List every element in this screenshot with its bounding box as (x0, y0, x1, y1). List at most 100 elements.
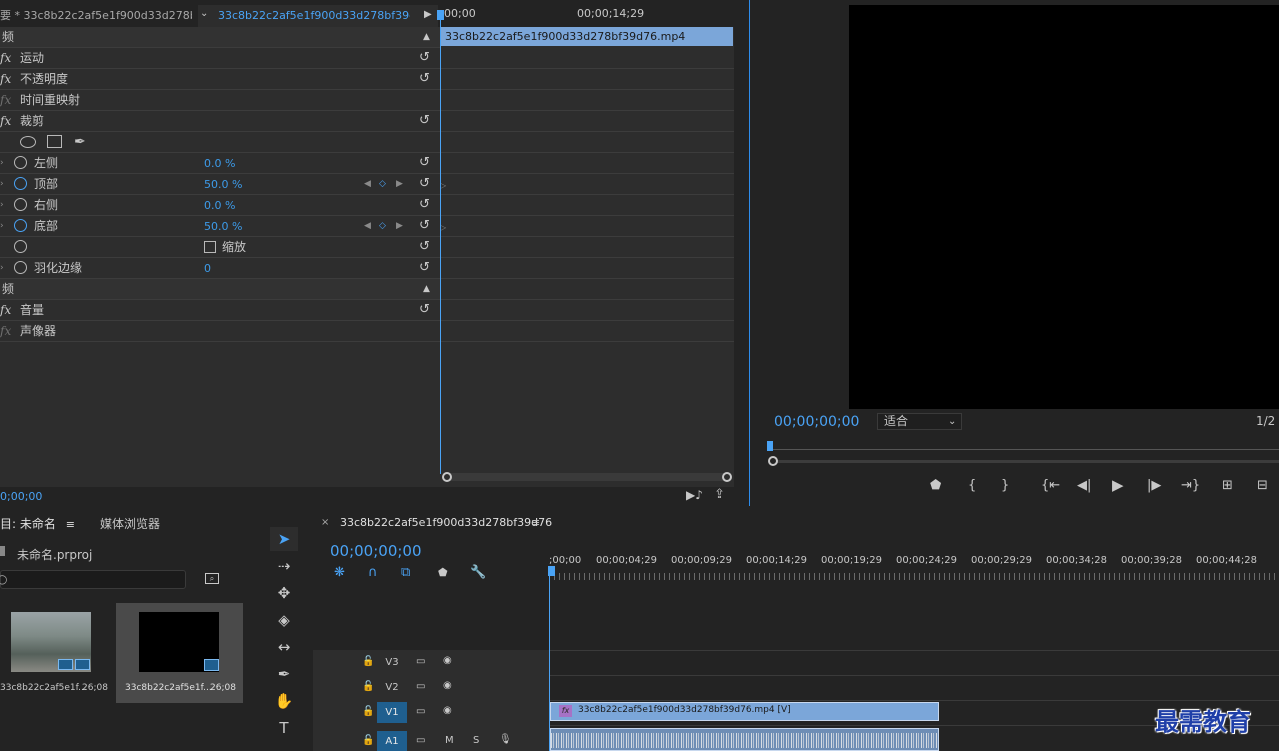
reset-icon[interactable]: ↺ (419, 195, 430, 215)
next-keyframe-icon[interactable]: ▶ (396, 216, 403, 236)
scroll-handle-right[interactable] (722, 472, 732, 482)
resolution-select[interactable]: 1/2 (1256, 414, 1275, 428)
reset-icon[interactable]: ↺ (419, 69, 430, 89)
reset-icon[interactable]: ↺ (419, 174, 430, 194)
stopwatch-icon[interactable] (14, 177, 27, 190)
fx-icon[interactable]: fx (0, 48, 11, 68)
project-search-input[interactable]: ○ (0, 570, 186, 589)
param-value[interactable]: 0 (204, 259, 211, 279)
param-row-right[interactable]: › 右侧 0.0 % ↺ (0, 195, 440, 216)
video-section-header[interactable]: 频 ▲ (0, 27, 440, 48)
tab-media-browser[interactable]: 媒体浏览器 (100, 515, 160, 532)
ec-playhead-handle[interactable] (437, 10, 444, 20)
tab-effect-controls[interactable]: ⌄ 33c8b22c2af5e1f900d33d278bf39d76... ▶ (198, 5, 438, 27)
sync-lock-icon[interactable]: ▭ (416, 735, 425, 746)
fit-dropdown[interactable]: 适合 ⌄ (877, 413, 962, 430)
track-v1-label[interactable]: V1 (377, 702, 407, 723)
stopwatch-icon[interactable] (14, 261, 27, 274)
nest-icon[interactable]: ❋ (334, 565, 345, 580)
param-value[interactable]: 50.0 % (204, 175, 242, 195)
program-video-screen[interactable] (849, 5, 1279, 409)
panel-menu-icon[interactable]: ≡ (531, 516, 540, 529)
add-keyframe-icon[interactable]: ◇ (379, 174, 386, 194)
ec-zoom-scrollbar[interactable] (444, 473, 728, 481)
stopwatch-icon[interactable] (14, 156, 27, 169)
stopwatch-icon[interactable] (14, 219, 27, 232)
project-item[interactable]: 33c8b22c2af5e1f... 26;08 (0, 603, 115, 703)
lock-icon[interactable]: 🔓 (362, 681, 374, 692)
linked-selection-icon[interactable]: ⧉ (401, 565, 410, 580)
panel-menu-icon[interactable]: ≡ (66, 518, 75, 531)
pen-mask-icon[interactable]: ✒ (74, 132, 86, 152)
effect-row-motion[interactable]: fx 运动 ↺ (0, 48, 440, 69)
collapse-up-icon[interactable]: ▲ (423, 279, 430, 299)
param-row-zoom[interactable]: 缩放 ↺ (0, 237, 440, 258)
pen-tool-icon[interactable]: ✒ (270, 662, 298, 686)
snap-icon[interactable]: ∩ (368, 565, 378, 580)
timeline-timecode[interactable]: 00;00;00;00 (330, 542, 422, 560)
expand-arrow-icon[interactable]: › (0, 174, 4, 194)
reset-icon[interactable]: ↺ (419, 111, 430, 131)
audio-section-header[interactable]: 频 ▲ (0, 279, 440, 300)
tab-source-monitor[interactable]: 要 * 33c8b22c2af5e1f900d33d278bf3... (0, 5, 192, 27)
param-value[interactable]: 50.0 % (204, 217, 242, 237)
slip-tool-icon[interactable]: ↔ (270, 635, 298, 659)
effect-row-crop[interactable]: fx 裁剪 ↺ (0, 111, 440, 132)
microphone-icon[interactable]: 🎙 (499, 734, 512, 745)
prev-keyframe-icon[interactable]: ◀ (364, 174, 371, 194)
rectangle-mask-icon[interactable] (47, 135, 62, 148)
param-row-feather[interactable]: › 羽化边缘 0 ↺ (0, 258, 440, 279)
reset-icon[interactable]: ↺ (419, 258, 430, 278)
ec-playhead[interactable] (440, 14, 441, 474)
razor-tool-icon[interactable]: ◈ (270, 608, 298, 632)
play-audio-icon[interactable]: ▶♪ (686, 488, 703, 502)
step-forward-icon[interactable]: |▶ (1147, 478, 1161, 493)
reset-icon[interactable]: ↺ (419, 237, 430, 257)
next-keyframe-icon[interactable]: ▶ (396, 174, 403, 194)
mark-in-icon[interactable]: { (968, 478, 976, 493)
ellipse-mask-icon[interactable] (20, 136, 36, 148)
type-tool-icon[interactable]: T (270, 716, 298, 740)
eye-icon[interactable]: ◉ (443, 655, 452, 666)
expand-arrow-icon[interactable]: › (0, 258, 4, 278)
eye-icon[interactable]: ◉ (443, 680, 452, 691)
wrench-icon[interactable]: 🔧 (470, 565, 486, 580)
lock-icon[interactable]: 🔓 (362, 706, 374, 717)
effect-row-opacity[interactable]: fx 不透明度 ↺ (0, 69, 440, 90)
lift-icon[interactable]: ⊞ (1222, 478, 1233, 493)
mute-button[interactable]: M (445, 735, 454, 746)
track-v3-label[interactable]: V3 (377, 652, 407, 673)
param-row-bottom[interactable]: › 底部 50.0 % ◀ ◇ ▶ ↺ (0, 216, 440, 237)
effect-row-volume[interactable]: fx 音量 ↺ (0, 300, 440, 321)
sync-lock-icon[interactable]: ▭ (416, 681, 425, 692)
collapse-up-icon[interactable]: ▲ (423, 27, 430, 47)
export-icon[interactable]: ⇪ (714, 487, 725, 502)
lock-icon[interactable]: 🔓 (362, 656, 374, 667)
ec-clip-bar[interactable]: 33c8b22c2af5e1f900d33d278bf39d76.mp4 (441, 27, 733, 46)
eye-icon[interactable]: ◉ (443, 705, 452, 716)
expand-arrow-icon[interactable]: › (0, 195, 4, 215)
tab-project[interactable]: 目: 未命名 ≡ (0, 515, 75, 532)
param-row-left[interactable]: › 左侧 0.0 % ↺ (0, 153, 440, 174)
zoom-checkbox[interactable] (204, 241, 216, 253)
hand-tool-icon[interactable]: ✋ (270, 689, 298, 713)
effect-row-panner[interactable]: fx 声像器 (0, 321, 440, 342)
track-select-tool-icon[interactable]: ⇢ (270, 554, 298, 578)
reset-icon[interactable]: ↺ (419, 216, 430, 236)
scroll-handle-left[interactable] (442, 472, 452, 482)
stopwatch-icon[interactable] (14, 240, 27, 253)
expand-arrow-icon[interactable]: › (0, 216, 4, 236)
effect-row-time-remap[interactable]: fx 时间重映射 (0, 90, 440, 111)
reset-icon[interactable]: ↺ (419, 153, 430, 173)
selection-tool-icon[interactable]: ➤ (270, 527, 298, 551)
prev-keyframe-icon[interactable]: ◀ (364, 216, 371, 236)
find-icon[interactable]: ⌕ (205, 573, 219, 584)
add-marker-icon[interactable]: ⬟ (438, 566, 448, 579)
timeline-playhead[interactable] (549, 566, 550, 751)
play-icon[interactable]: ▶ (1112, 476, 1124, 494)
go-to-in-icon[interactable]: {⇤ (1041, 478, 1060, 493)
effect-timeline[interactable]: ▷ ▷ (440, 27, 734, 487)
close-tab-icon[interactable]: × (321, 517, 329, 528)
sequence-tab[interactable]: 33c8b22c2af5e1f900d33d278bf39d76 (340, 516, 552, 529)
add-keyframe-icon[interactable]: ◇ (379, 216, 386, 236)
